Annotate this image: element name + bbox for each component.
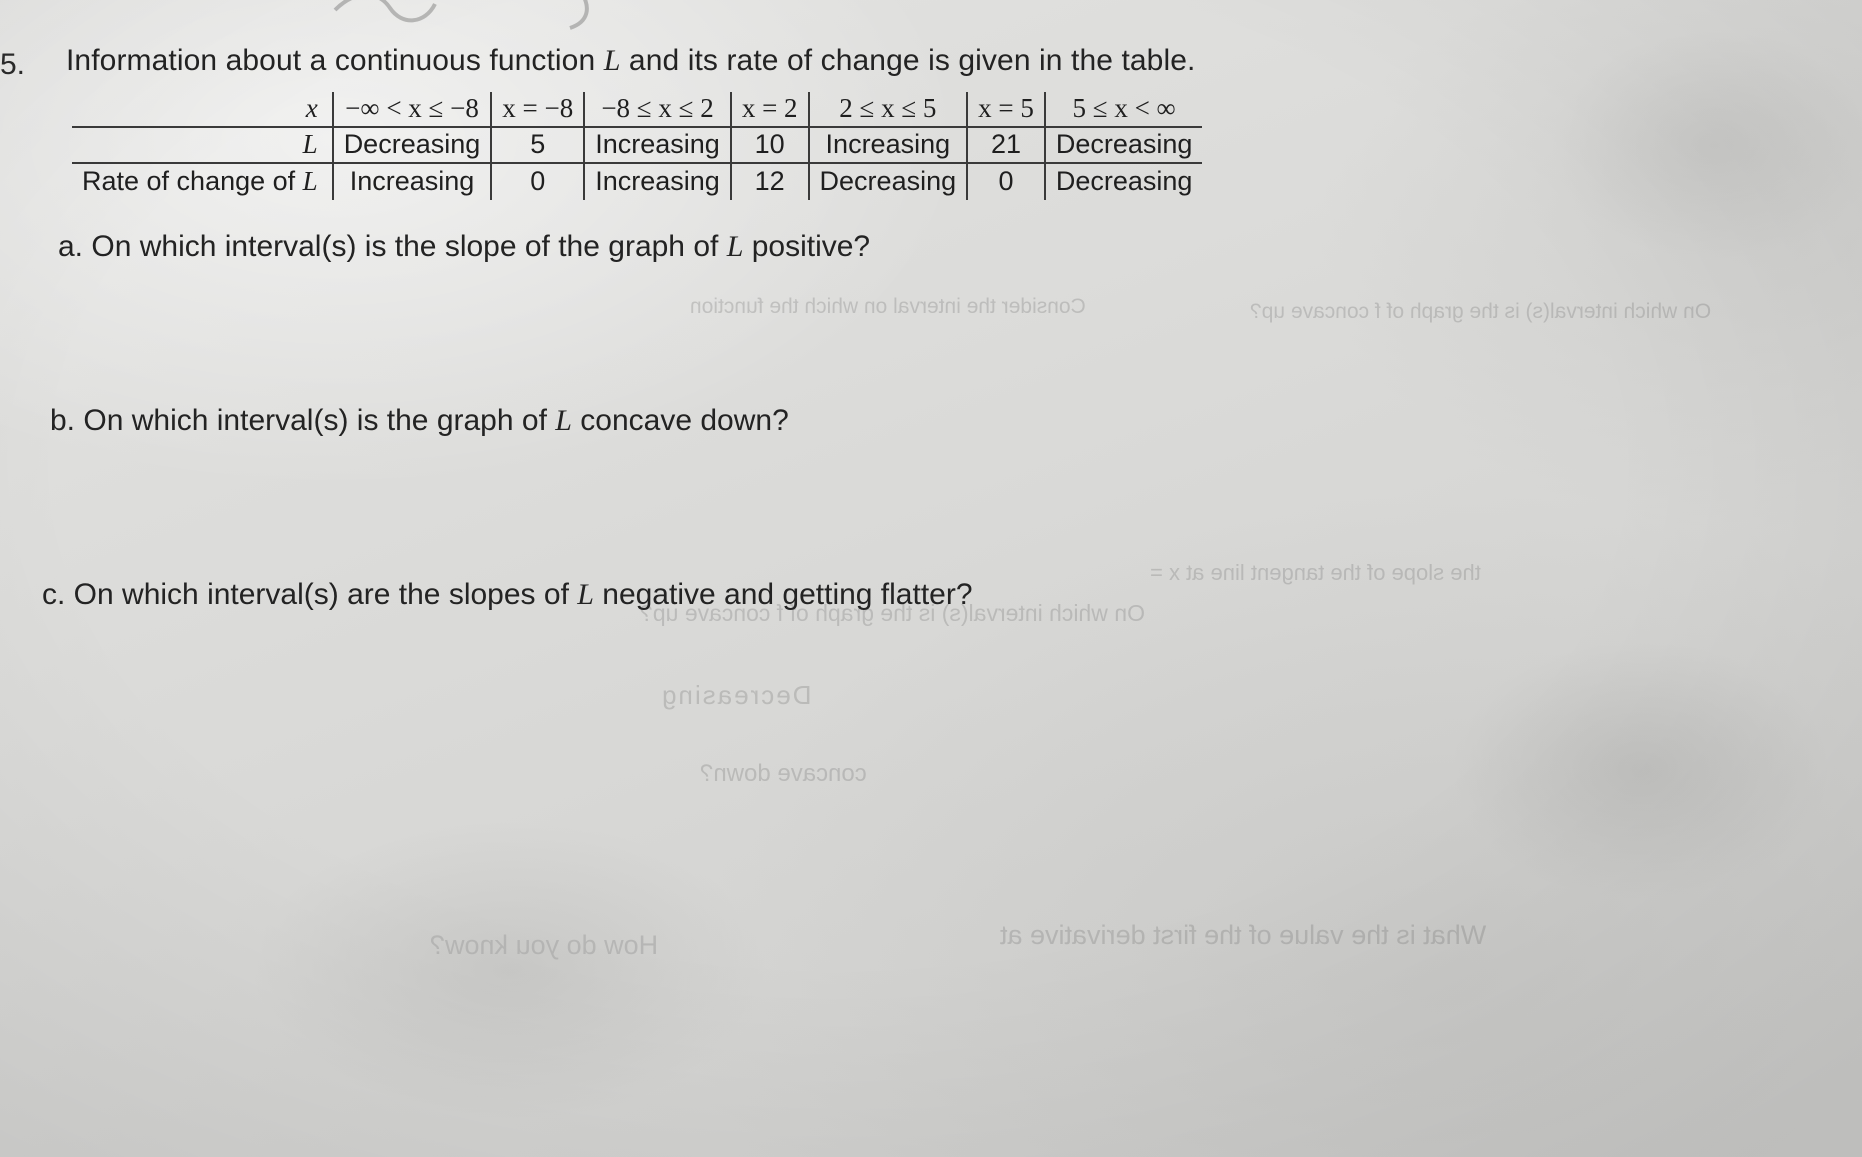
l-value-2: 5 [491,127,586,164]
paper-smudge-2 [250,820,770,1120]
l-value-3: Increasing [584,127,732,164]
table-header-row: x −∞ < x ≤ −8 x = −8 −8 ≤ x ≤ 2 x = 2 2 … [72,92,1203,129]
question-number: 5. [0,48,26,81]
question-part-c: c. On which interval(s) are the slopes o… [42,578,973,612]
part-c-suffix: negative and getting flatter? [593,578,973,611]
bleedthrough-line-4: concave down? [700,760,867,787]
part-b-prefix: On which interval(s) is the graph of [75,404,556,437]
bleedthrough-line-5: the slope of the tangent line at x = [1150,560,1481,585]
row-label-l: L [72,127,334,164]
bleedthrough-line-3: Decreasing [660,680,812,710]
header-col-1: −∞ < x ≤ −8 [332,92,493,129]
stray-pen-mark [333,0,589,30]
stem-prefix: Information about a continuous function [66,44,604,77]
question-part-b: b. On which interval(s) is the graph of … [50,404,789,438]
bleedthrough-line-1: Consider the interval on which the funct… [690,295,1086,318]
table-row-L: L Decreasing 5 Increasing 10 Increasing … [72,127,1202,164]
question-part-a: a. On which interval(s) is the slope of … [58,230,870,264]
bleedthrough-line-6: How do you know? [430,930,659,960]
part-b-variable: L [555,404,572,437]
rate-value-3: Increasing [584,162,732,200]
header-col-5: 2 ≤ x ≤ 5 [808,92,969,129]
rate-value-7: Decreasing [1044,162,1203,200]
row-label-x: x [72,92,334,129]
stem-suffix: and its rate of change is given in the t… [620,44,1196,77]
paper-smudge-3 [1550,30,1862,260]
worksheet-page: Consider the interval on which the funct… [0,0,1862,1157]
rate-value-4: 12 [730,162,810,200]
l-value-5: Increasing [808,127,969,164]
information-table: x −∞ < x ≤ −8 x = −8 −8 ≤ x ≤ 2 x = 2 2 … [72,92,1203,200]
l-value-7: Decreasing [1055,129,1193,160]
part-b-label: b. [50,404,76,437]
part-c-variable: L [577,578,594,611]
stem-variable: L [603,44,621,77]
bleedthrough-line-8: On which interval(s) is the graph of f c… [1250,300,1712,323]
bleedthrough-line-7: What is the value of the first derivativ… [1000,920,1487,950]
rate-value-5: Decreasing [808,162,969,200]
question-stem: Information about a continuous function … [66,44,1195,78]
part-a-suffix: positive? [743,230,871,263]
rate-value-2: 0 [491,162,586,200]
rate-value-1: Increasing [332,162,493,200]
rate-value-6: 0 [967,162,1046,200]
part-a-variable: L [726,230,744,263]
part-c-label: c. [42,578,66,611]
l-value-1: Decreasing [332,127,493,164]
part-a-prefix: On which interval(s) is the slope of the… [83,230,727,263]
l-value-4: 10 [730,127,810,164]
part-a-label: a. [58,230,84,263]
header-col-2: x = −8 [491,92,586,129]
part-c-prefix: On which interval(s) are the slopes of [65,578,578,611]
row-label-rate: Rate of change of L [72,162,334,200]
paper-smudge-1 [1450,640,1830,900]
part-b-suffix: concave down? [571,404,789,437]
header-col-6: x = 5 [967,92,1046,129]
table-row-rate: Rate of change of L Increasing 0 Increas… [72,162,1203,200]
header-col-3: −8 ≤ x ≤ 2 [584,92,732,129]
header-col-4: x = 2 [730,92,810,129]
l-value-6: 21 [967,127,1046,164]
header-col-7: 5 ≤ x < ∞ [1044,92,1203,129]
